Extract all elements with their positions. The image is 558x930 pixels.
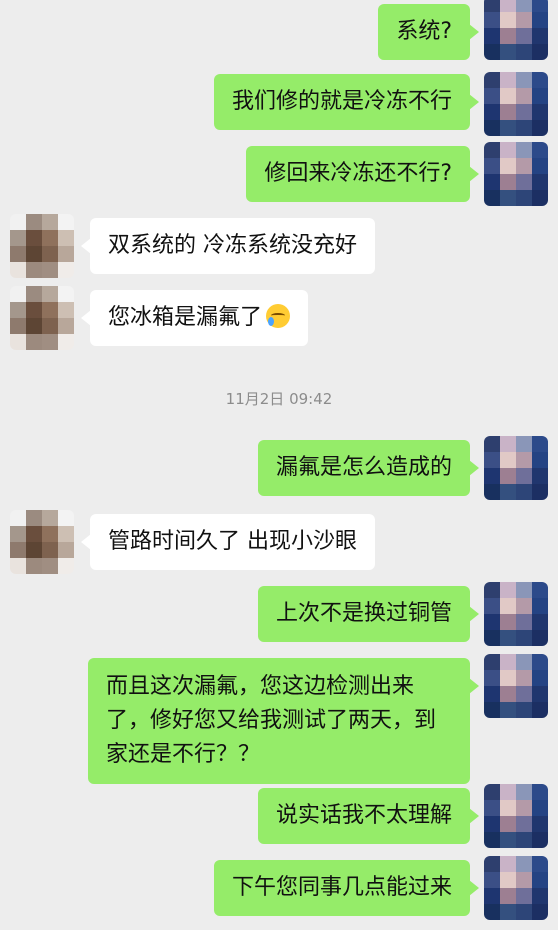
chat-thread[interactable]: 系统? 我们修的就是冷冻不行 修回来冷冻还不行? 双系统的 冷冻系统没充好 您冰…	[0, 0, 558, 930]
message-bubble-outgoing[interactable]: 下午您同事几点能过来	[213, 860, 480, 916]
message-bubble-outgoing[interactable]: 系统?	[378, 4, 479, 60]
message-bubble-outgoing[interactable]: 上次不是换过铜管	[257, 586, 480, 642]
message-bubble-outgoing[interactable]: 漏氟是怎么造成的	[257, 440, 480, 496]
avatar[interactable]	[484, 72, 548, 136]
message-bubble-outgoing[interactable]: 而且这次漏氟，您这边检测出来了，修好您又给我测试了两天，到家还是不行？？	[88, 658, 479, 784]
avatar[interactable]	[484, 856, 548, 920]
avatar[interactable]	[484, 436, 548, 500]
timestamp: 11月2日 09:42	[225, 390, 333, 408]
avatar[interactable]	[484, 582, 548, 646]
message-text: 您冰箱是漏氟了	[108, 305, 263, 330]
avatar[interactable]	[10, 214, 74, 278]
message-bubble-outgoing[interactable]: 我们修的就是冷冻不行	[213, 74, 480, 130]
avatar[interactable]	[484, 142, 548, 206]
avatar[interactable]	[484, 0, 548, 60]
message-bubble-outgoing[interactable]: 修回来冷冻还不行?	[246, 146, 479, 202]
crying-face-emoji	[266, 304, 291, 328]
avatar[interactable]	[484, 784, 548, 848]
avatar[interactable]	[484, 654, 548, 718]
message-bubble-incoming[interactable]: 管路时间久了 出现小沙眼	[81, 514, 375, 570]
avatar[interactable]	[10, 510, 74, 574]
message-bubble-incoming[interactable]: 您冰箱是漏氟了	[80, 290, 309, 346]
message-bubble-incoming[interactable]: 双系统的 冷冻系统没充好	[81, 218, 375, 274]
avatar[interactable]	[10, 286, 74, 350]
message-bubble-outgoing[interactable]: 说实话我不太理解	[257, 788, 480, 844]
